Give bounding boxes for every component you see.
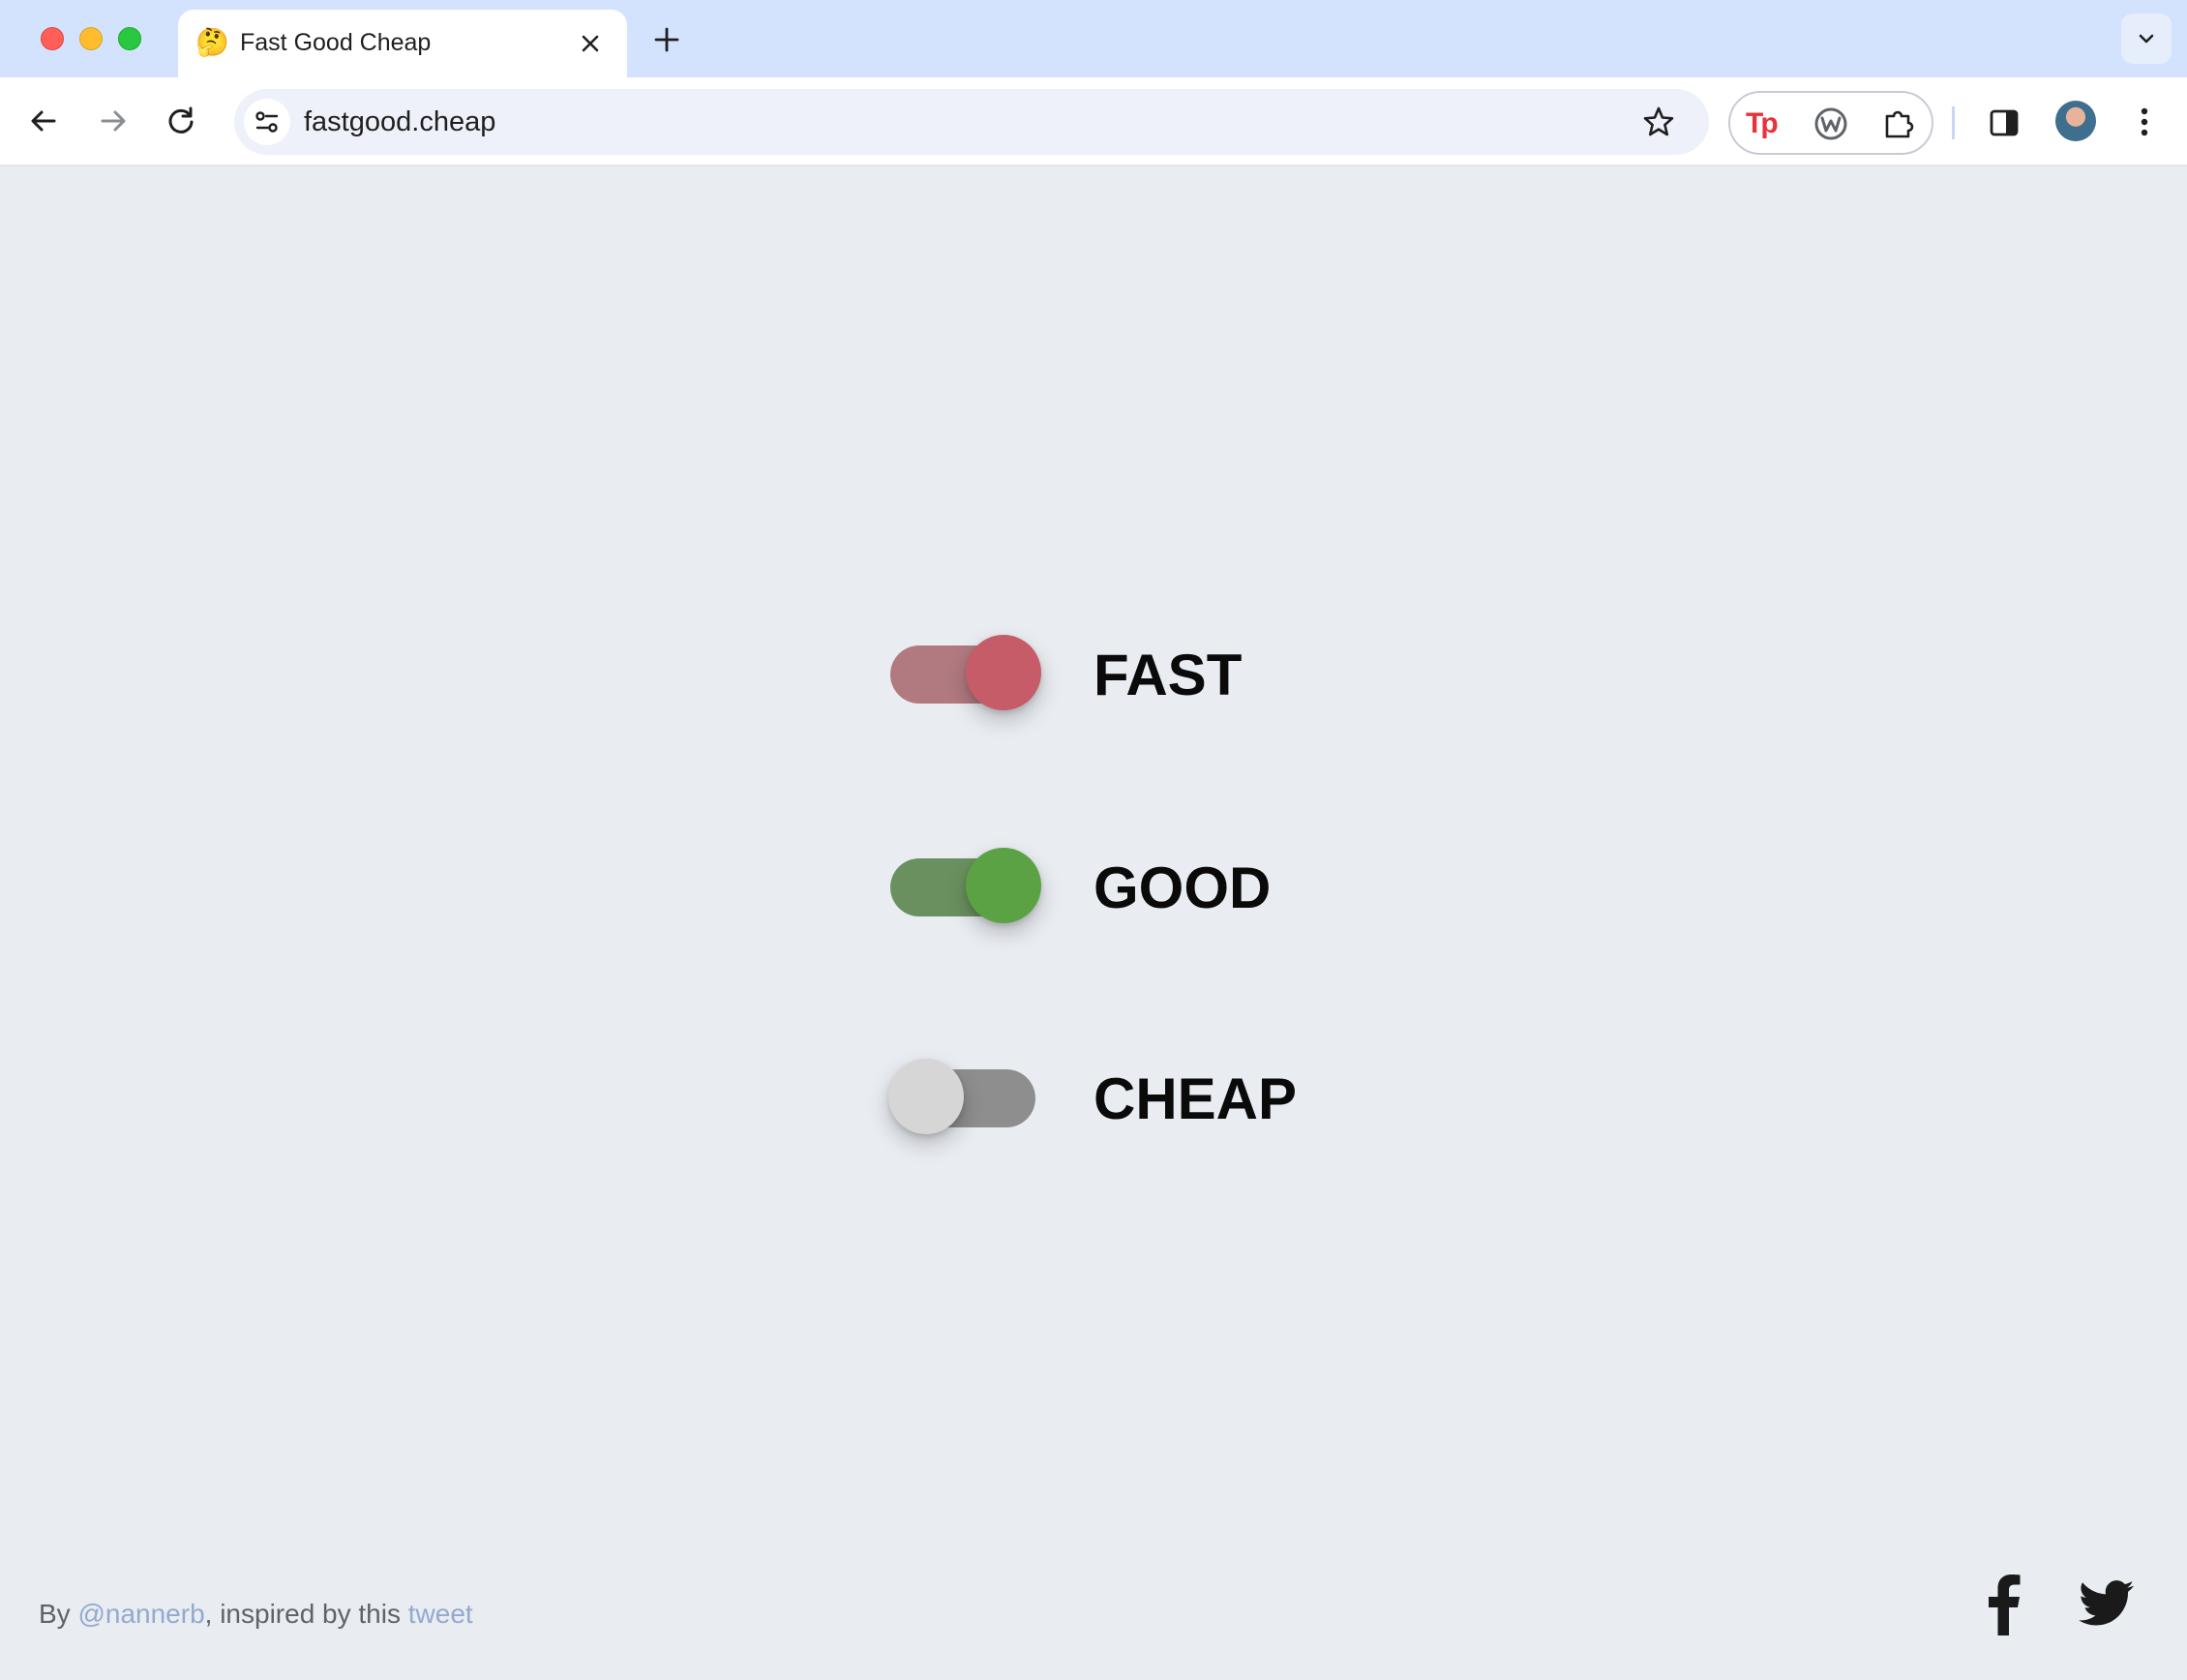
twitter-icon[interactable] — [2079, 1579, 2135, 1628]
window-maximize-button[interactable] — [118, 27, 141, 50]
page-content: FAST GOOD CHEAP By @nannerb, inspired by… — [0, 166, 2187, 1680]
side-panel-icon[interactable] — [1988, 106, 2021, 139]
tab-title: Fast Good Cheap — [240, 29, 432, 56]
toggle-row-cheap: CHEAP — [888, 1043, 1392, 1134]
cheap-label: CHEAP — [1094, 1066, 1298, 1131]
puzzle-icon[interactable] — [1881, 106, 1916, 141]
active-tab[interactable]: 🤔 Fast Good Cheap — [178, 10, 627, 77]
browser-toolbar: fastgood.cheap Tp — [0, 77, 2187, 166]
star-icon[interactable] — [1641, 105, 1676, 139]
tweet-link[interactable]: tweet — [408, 1599, 473, 1629]
credit-line: By @nannerb, inspired by this tweet — [39, 1595, 473, 1634]
new-tab-plus-icon[interactable] — [650, 23, 683, 56]
credit-middle: , inspired by this — [204, 1599, 408, 1629]
forward-arrow-icon[interactable] — [93, 101, 134, 141]
fast-label: FAST — [1094, 643, 1243, 707]
good-label: GOOD — [1094, 855, 1272, 920]
address-bar[interactable]: fastgood.cheap — [234, 89, 1709, 155]
chevron-down-icon — [2139, 34, 2154, 44]
facebook-icon[interactable] — [1984, 1574, 2022, 1635]
cheap-toggle-knob[interactable] — [888, 1059, 964, 1134]
good-toggle[interactable] — [888, 832, 1043, 923]
back-arrow-icon[interactable] — [23, 101, 64, 141]
tp-extension-icon[interactable]: Tp — [1746, 106, 1781, 141]
credit-prefix: By — [39, 1599, 78, 1629]
cheap-toggle[interactable] — [888, 1043, 1043, 1134]
window-minimize-button[interactable] — [79, 27, 103, 50]
profile-avatar[interactable] — [2055, 101, 2096, 141]
fast-toggle-knob[interactable] — [966, 635, 1041, 710]
fast-toggle[interactable] — [888, 619, 1043, 710]
tune-icon[interactable] — [244, 99, 290, 145]
reload-icon[interactable] — [161, 101, 201, 141]
tab-search-button[interactable] — [2121, 14, 2172, 64]
close-icon[interactable] — [575, 28, 606, 59]
toggle-row-good: GOOD — [888, 832, 1392, 923]
toggle-row-fast: FAST — [888, 619, 1392, 710]
author-link[interactable]: @nannerb — [77, 1599, 204, 1629]
thinking-face-favicon-icon: 🤔 — [195, 27, 229, 57]
url-text[interactable]: fastgood.cheap — [304, 105, 495, 139]
window-close-button[interactable] — [41, 27, 64, 50]
good-toggle-knob[interactable] — [966, 848, 1041, 923]
tab-strip: 🤔 Fast Good Cheap — [0, 0, 2187, 77]
toolbar-divider — [1952, 106, 1955, 139]
w-extension-icon[interactable] — [1813, 106, 1848, 141]
kebab-menu-icon[interactable] — [2129, 105, 2160, 139]
extensions-group: Tp — [1728, 91, 1933, 155]
